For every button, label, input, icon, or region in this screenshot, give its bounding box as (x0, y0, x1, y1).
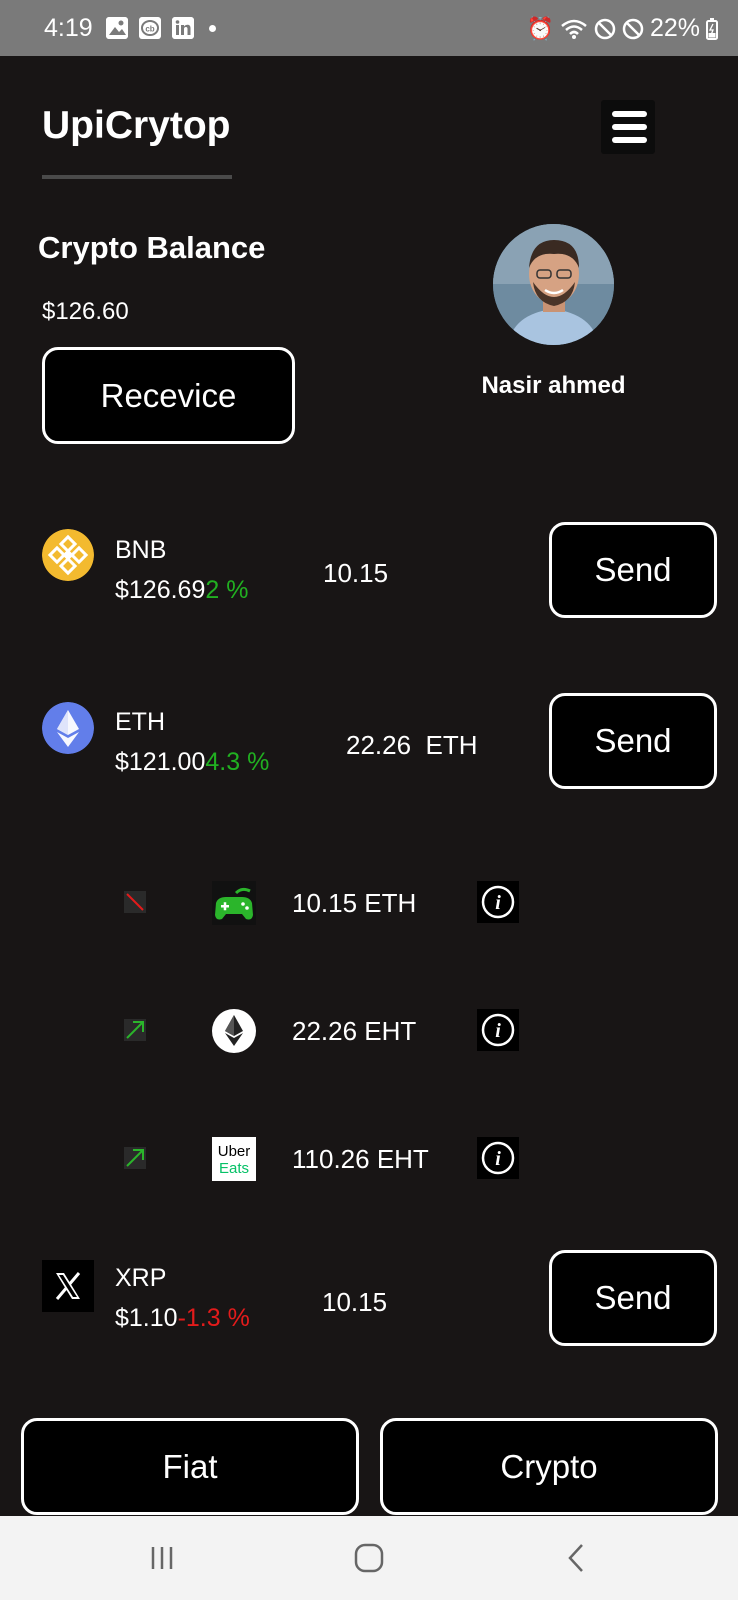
hamburger-menu-icon (612, 111, 647, 117)
send-button-xrp[interactable]: Send (549, 1250, 717, 1346)
tab-fiat[interactable]: Fiat (21, 1418, 359, 1515)
status-time: 4:19 (44, 14, 93, 42)
no-sim-icon (622, 18, 644, 39)
x-icon (42, 1260, 94, 1312)
send-button-bnb[interactable]: Send (549, 522, 717, 618)
coin-symbol: XRP (115, 1264, 167, 1292)
ethereum-icon (212, 1009, 256, 1053)
battery-percent: 22% (649, 14, 700, 42)
balance-label: Crypto Balance (38, 230, 266, 265)
coin-price: $121.00 (115, 748, 206, 776)
svg-text:i: i (495, 1020, 501, 1042)
coin-price: $126.69 (115, 576, 206, 604)
receive-button[interactable]: Recevice (42, 347, 295, 444)
hamburger-menu-button[interactable] (601, 100, 655, 154)
tab-crypto[interactable]: Crypto (380, 1418, 718, 1515)
home-button[interactable] (339, 1516, 399, 1600)
send-button-eth[interactable]: Send (549, 693, 717, 789)
system-nav-bar (0, 1516, 738, 1600)
back-icon (568, 1544, 583, 1572)
eth-icon (42, 702, 94, 754)
balance-value: $126.60 (42, 298, 129, 325)
app-title: UpiCrytop (42, 104, 231, 147)
do-not-disturb-icon (594, 18, 616, 39)
profile-name: Nasir ahmed (481, 372, 626, 399)
alarm-icon: ⏰ (526, 15, 554, 41)
status-bar: 4:19 cb ⏰ 22% (0, 0, 738, 56)
svg-text:cb: cb (145, 25, 154, 34)
coin-symbol: BNB (115, 536, 167, 564)
coin-price-line: $1.10-1.3 % (115, 1304, 250, 1333)
info-icon[interactable]: i (477, 1137, 519, 1179)
battery-icon (706, 17, 718, 40)
arrow-up-right-icon (124, 1019, 146, 1041)
gamepad-icon (212, 881, 256, 925)
recent-apps-button[interactable] (132, 1516, 192, 1600)
uber-eats-icon: Uber Eats (212, 1137, 256, 1181)
coin-amount: 10.15 (323, 558, 389, 588)
coin-change: -1.3 % (177, 1304, 250, 1332)
back-button[interactable] (546, 1516, 606, 1600)
notification-dot-icon (209, 25, 216, 32)
uber-eats-logo-line-1: Uber (218, 1143, 251, 1160)
home-icon (354, 1543, 384, 1573)
coin-symbol: ETH (115, 708, 165, 736)
status-system-icons: ⏰ 22% (527, 14, 718, 43)
hamburger-menu-icon-bar (612, 137, 647, 143)
title-underline (42, 175, 232, 179)
svg-text:i: i (495, 892, 501, 914)
avatar[interactable] (493, 224, 614, 345)
coin-change: 2 % (205, 576, 249, 604)
profile-photo (493, 224, 614, 345)
hamburger-menu-icon-bar (612, 124, 647, 130)
coin-amount: 22.26 ETH (346, 730, 478, 760)
coin-price-line: $126.692 % (115, 576, 248, 605)
coin-amount: 10.15 (322, 1287, 388, 1317)
arrow-down-right-icon (124, 891, 146, 913)
linkedin-icon (172, 17, 194, 39)
coin-price: $1.10 (115, 1304, 178, 1332)
transaction-amount: 110.26 EHT (292, 1144, 429, 1174)
info-icon[interactable]: i (477, 881, 519, 923)
wifi-icon (561, 19, 587, 39)
svg-text:i: i (495, 1148, 501, 1170)
coin-price-line: $121.004.3 % (115, 748, 269, 777)
arrow-up-right-icon (124, 1147, 146, 1169)
bnb-icon (42, 529, 94, 581)
transaction-amount: 22.26 EHT (292, 1016, 417, 1046)
uber-eats-logo-line-2: Eats (219, 1160, 249, 1177)
cb-icon: cb (139, 17, 161, 39)
transaction-amount: 10.15 ETH (292, 888, 417, 918)
recent-apps-icon (151, 1547, 173, 1569)
coin-change: 4.3 % (205, 748, 270, 776)
info-icon[interactable]: i (477, 1009, 519, 1051)
gallery-icon (106, 17, 128, 39)
